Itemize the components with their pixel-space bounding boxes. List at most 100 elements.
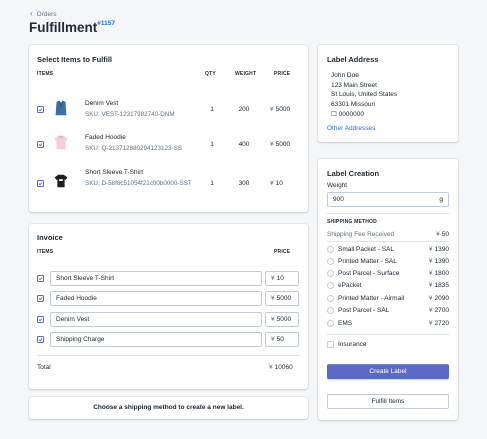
fulfill-items-button[interactable]: Fulfill Items: [327, 394, 449, 409]
item-name: Denim Vest: [85, 100, 119, 107]
item-name: Short Sleeve T-Shirt: [85, 169, 144, 176]
invoice-total-value: ¥10060: [269, 364, 293, 371]
invoice-line-price-input[interactable]: ¥50: [265, 332, 299, 347]
item-sku: SKU: D-58f6c51054f21c00b0000-SST: [85, 180, 192, 187]
address-line: St Louis, United States: [331, 91, 398, 99]
shipping-method-price: ¥1835: [428, 282, 449, 289]
insurance-checkbox[interactable]: [327, 341, 334, 348]
label-address-title: Label Address: [327, 55, 379, 64]
footer-note: Choose a shipping method to create a new…: [93, 404, 244, 411]
shipping-method-radio[interactable]: [327, 246, 334, 253]
checkmark-icon: [38, 143, 43, 147]
invoice-total-label: Total: [37, 364, 51, 371]
address-line: 63301 Missouri: [331, 101, 376, 109]
label-creation-title: Label Creation: [327, 169, 380, 178]
shipping-method-name: Printed Matter - SAL: [338, 258, 397, 265]
invoice-card: Invoice ITEMS PRICE Short Sleeve T-Shirt…: [29, 224, 308, 389]
invoice-line-price-input[interactable]: ¥5000: [265, 312, 299, 327]
shipping-method-heading: SHIPPING METHOD: [327, 219, 377, 225]
invoice-line-checkbox[interactable]: [37, 336, 44, 343]
shipping-method-name: EMS: [338, 320, 353, 327]
insurance-label: Insurance: [338, 341, 367, 348]
column-header-items: ITEMS: [37, 249, 54, 255]
shipping-method-name: Post Parcel - SAL: [338, 307, 390, 314]
shipping-method-name: ePacket: [338, 282, 362, 289]
item-weight: 300: [238, 180, 250, 187]
item-checkbox[interactable]: [37, 180, 44, 187]
column-header-price: PRICE: [274, 71, 291, 77]
item-price: ¥5000: [270, 141, 291, 148]
column-header-weight: WEIGHT: [235, 71, 257, 77]
weight-value: 900: [333, 196, 344, 203]
weight-input[interactable]: 900 g: [327, 192, 449, 207]
shipping-method-price: ¥1390: [428, 246, 449, 253]
item-sku: SKU: VEST-12317982740-DNM: [85, 111, 175, 118]
product-thumbnail: [52, 133, 70, 151]
column-header-qty: QTY: [205, 71, 216, 77]
items-card: Select Items to Fulfill ITEMS QTY WEIGHT…: [29, 45, 308, 212]
item-sku: SKU: Q-21371288029412312​3-SS: [85, 145, 182, 152]
invoice-line-checkbox[interactable]: [37, 275, 44, 282]
product-thumbnail: [52, 99, 70, 117]
chevron-left-icon: ‹: [30, 9, 33, 18]
label-creation-card: Label Creation Weight 900 g SHIPPING MET…: [318, 159, 458, 420]
item-weight: 200: [238, 106, 250, 113]
shipping-fee-value: ¥50: [436, 231, 449, 238]
order-number: #1157: [97, 20, 115, 27]
methods-divider: [327, 334, 449, 335]
item-price: ¥10: [270, 180, 283, 187]
address-phone: ☐ 0000000: [331, 110, 364, 118]
item-price: ¥5000: [270, 106, 291, 113]
invoice-line-name-input[interactable]: Denim Vest: [50, 312, 262, 327]
invoice-line-checkbox[interactable]: [37, 295, 44, 302]
item-qty: 1: [210, 141, 214, 148]
shipping-method-price: ¥2700: [428, 307, 449, 314]
checkmark-icon: [38, 182, 43, 186]
shipping-method-price: ¥1390: [428, 258, 449, 265]
fee-divider: [327, 241, 449, 242]
invoice-line-name-input[interactable]: Shipping Charge: [50, 332, 262, 347]
items-card-title: Select Items to Fulfill: [37, 55, 113, 64]
checkmark-icon: [38, 297, 43, 301]
shipping-method-price: ¥2090: [428, 295, 449, 302]
shipping-method-name: Post Parcel - Surface: [338, 270, 400, 277]
invoice-line-checkbox[interactable]: [37, 316, 44, 323]
item-qty: 1: [210, 180, 214, 187]
item-checkbox[interactable]: [37, 141, 44, 148]
create-label-button[interactable]: Create Label: [327, 364, 449, 379]
shipping-method-price: ¥2720: [428, 320, 449, 327]
shipping-method-radio[interactable]: [327, 282, 334, 289]
shipping-method-radio[interactable]: [327, 320, 334, 327]
shipping-method-name: Printed Matter - Airmail: [338, 295, 405, 302]
shipping-method-radio[interactable]: [327, 295, 334, 302]
shipping-method-radio[interactable]: [327, 270, 334, 277]
invoice-line-price-input[interactable]: ¥10: [265, 271, 299, 286]
checkmark-icon: [38, 338, 43, 342]
page-title: Fulfillment #1157: [29, 20, 115, 35]
other-addresses-link[interactable]: Other Addresses: [327, 125, 375, 132]
section-divider: [327, 213, 449, 214]
invoice-divider: [37, 355, 300, 356]
checkmark-icon: [38, 277, 43, 281]
footer-note-card: Choose a shipping method to create a new…: [29, 397, 308, 419]
invoice-line-price-input[interactable]: ¥5000: [265, 291, 299, 306]
shipping-method-price: ¥1800: [428, 270, 449, 277]
item-checkbox[interactable]: [37, 106, 44, 113]
back-link[interactable]: ‹ Orders: [30, 10, 57, 18]
invoice-card-title: Invoice: [37, 233, 63, 242]
column-header-price: PRICE: [274, 249, 291, 255]
invoice-line-name-input[interactable]: Short Sleeve T-Shirt: [50, 271, 262, 286]
address-line: 123 Main Street: [331, 81, 377, 89]
product-thumbnail: [52, 172, 70, 190]
shipping-method-radio[interactable]: [327, 258, 334, 265]
weight-unit: g: [439, 196, 443, 203]
back-link-label: Orders: [36, 10, 57, 18]
checkmark-icon: [38, 318, 43, 322]
column-header-items: ITEMS: [37, 71, 54, 77]
shipping-method-radio[interactable]: [327, 307, 334, 314]
weight-label: Weight: [327, 182, 348, 189]
item-weight: 400: [238, 141, 250, 148]
invoice-line-name-input[interactable]: Faded Hoodie: [50, 291, 262, 306]
item-name: Faded Hoodie: [85, 134, 126, 141]
checkmark-icon: [38, 108, 43, 112]
